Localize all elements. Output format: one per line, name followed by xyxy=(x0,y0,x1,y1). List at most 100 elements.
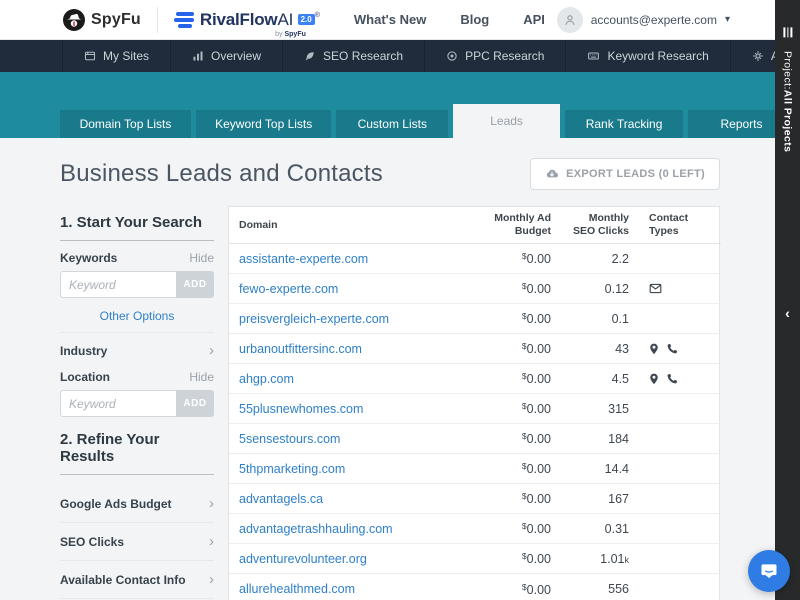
api-link[interactable]: API xyxy=(523,12,545,27)
table-row: advantagetrashhauling.com $0.000.31 xyxy=(229,514,721,544)
domain-link[interactable]: 5sensestours.com xyxy=(239,432,340,446)
nav-item-ppc-research[interactable]: PPC Research xyxy=(425,40,566,72)
budget-cell: $0.00 xyxy=(451,544,561,574)
main-nav: My Sites Overview SEO Research PPC Resea… xyxy=(0,40,800,72)
section-title-refine-results: 2. Refine Your Results xyxy=(60,431,214,475)
table-row: ahgp.com$0.004.5 xyxy=(229,364,721,394)
location-icon xyxy=(649,373,659,385)
chat-launcher-button[interactable] xyxy=(748,550,790,592)
chevron-right-icon: › xyxy=(209,343,214,358)
other-options-link[interactable]: Other Options xyxy=(60,309,214,323)
tab-keyword-top-lists[interactable]: Keyword Top Lists xyxy=(196,110,332,138)
topbar-divider xyxy=(157,7,158,33)
domain-link[interactable]: urbanoutfittersinc.com xyxy=(239,342,362,356)
tab-domain-top-lists[interactable]: Domain Top Lists xyxy=(60,110,191,138)
budget-cell: $0.00 xyxy=(451,304,561,334)
table-row: allurehealthmed.com$0.00556 xyxy=(229,574,721,600)
domain-link[interactable]: adventurevolunteer.org xyxy=(239,552,367,566)
blog-link[interactable]: Blog xyxy=(460,12,489,27)
filter-google-ads-budget[interactable]: Google Ads Budget › xyxy=(60,485,214,523)
domain-link[interactable]: fewo-experte.com xyxy=(239,282,338,296)
tab-leads[interactable]: Leads xyxy=(453,104,560,138)
location-add-button[interactable]: ADD xyxy=(176,390,214,417)
leaf-icon xyxy=(304,50,316,62)
chevron-right-icon: › xyxy=(209,496,214,511)
location-label: Location xyxy=(60,370,110,384)
nav-item-my-sites[interactable]: My Sites xyxy=(62,40,171,72)
table-row: assistante-experte.com$0.002.2 xyxy=(229,244,721,274)
domain-link[interactable]: 5thpmarketing.com xyxy=(239,462,345,476)
rivalflow-logo[interactable]: RivalFlowAI 2.0® by SpyFu xyxy=(174,10,320,30)
tab-custom-lists[interactable]: Custom Lists xyxy=(336,110,448,138)
whats-new-link[interactable]: What's New xyxy=(354,12,426,27)
phone-icon xyxy=(666,373,678,385)
contact-types-cell xyxy=(639,424,721,454)
keywords-add-button[interactable]: ADD xyxy=(176,271,214,298)
budget-cell: $0.00 xyxy=(451,244,561,274)
chart-icon xyxy=(192,50,204,62)
spyfu-spy-icon xyxy=(62,8,86,32)
budget-cell: $0.00 xyxy=(451,514,561,544)
hamburger-icon[interactable] xyxy=(783,27,792,37)
location-hide-link[interactable]: Hide xyxy=(189,370,214,384)
cloud-download-icon xyxy=(545,168,559,180)
industry-filter[interactable]: Industry › xyxy=(60,332,214,368)
tab-rank-tracking[interactable]: Rank Tracking xyxy=(565,110,683,138)
budget-cell: $0.00 xyxy=(451,484,561,514)
nav-item-keyword-research[interactable]: Keyword Research xyxy=(566,40,730,72)
chevron-left-icon[interactable]: ‹ xyxy=(775,305,800,321)
sparkle-icon xyxy=(752,50,764,62)
budget-cell: $0.00 xyxy=(451,274,561,304)
keywords-hide-link[interactable]: Hide xyxy=(189,251,214,265)
table-row: 55plusnewhomes.com$0.00315 xyxy=(229,394,721,424)
budget-cell: $0.00 xyxy=(451,574,561,600)
contact-types-cell xyxy=(639,454,721,484)
nav-item-overview[interactable]: Overview xyxy=(171,40,283,72)
keywords-input[interactable] xyxy=(60,271,176,298)
account-email: accounts@experte.com xyxy=(591,13,717,27)
project-selector[interactable]: Project:All Projects xyxy=(782,51,794,152)
budget-cell: $0.00 xyxy=(451,454,561,484)
account-menu[interactable]: accounts@experte.com ▾ xyxy=(557,7,730,33)
column-header-contact-types: Contact Types xyxy=(639,207,721,244)
contact-types-cell xyxy=(639,274,721,304)
domain-link[interactable]: allurehealthmed.com xyxy=(239,582,355,596)
clicks-cell: 0.31 xyxy=(561,514,639,544)
location-input[interactable] xyxy=(60,390,176,417)
filter-seo-clicks[interactable]: SEO Clicks › xyxy=(60,523,214,561)
location-icon xyxy=(649,343,659,355)
leads-table-card: Domain Monthly Ad Budget Monthly SEO Cli… xyxy=(228,206,720,600)
domain-link[interactable]: preisvergleich-experte.com xyxy=(239,312,389,326)
table-row: advantagels.ca$0.00167 xyxy=(229,484,721,514)
chat-bubble-icon xyxy=(759,561,779,581)
spyfu-logo-text: SpyFu xyxy=(91,11,141,29)
spyfu-logo[interactable]: SpyFu xyxy=(62,8,141,32)
window-icon xyxy=(84,50,96,62)
budget-cell: $0.00 xyxy=(451,394,561,424)
domain-link[interactable]: ahgp.com xyxy=(239,372,294,386)
export-leads-button[interactable]: EXPORT LEADS (0 LEFT) xyxy=(530,158,720,190)
keywords-label: Keywords xyxy=(60,251,117,265)
clicks-cell: 1.01k xyxy=(561,544,639,574)
clicks-cell: 0.1 xyxy=(561,304,639,334)
domain-link[interactable]: 55plusnewhomes.com xyxy=(239,402,363,416)
sub-nav-band: Domain Top Lists Keyword Top Lists Custo… xyxy=(0,72,800,138)
keyboard-icon xyxy=(587,50,600,62)
clicks-cell: 184 xyxy=(561,424,639,454)
clicks-cell: 43 xyxy=(561,334,639,364)
avatar-person-icon xyxy=(557,7,583,33)
table-row: fewo-experte.com$0.000.12 xyxy=(229,274,721,304)
domain-link[interactable]: advantagels.ca xyxy=(239,492,323,506)
contact-types-cell xyxy=(639,514,721,544)
project-rail[interactable]: Project:All Projects ‹ xyxy=(775,0,800,600)
nav-item-seo-research[interactable]: SEO Research xyxy=(283,40,425,72)
domain-link[interactable]: advantagetrashhauling.com xyxy=(239,522,393,536)
domain-link[interactable]: assistante-experte.com xyxy=(239,252,368,266)
filter-available-contact-info[interactable]: Available Contact Info › xyxy=(60,561,214,599)
table-row: 5thpmarketing.com$0.0014.4 xyxy=(229,454,721,484)
budget-cell: $0.00 xyxy=(451,364,561,394)
phone-icon xyxy=(666,343,678,355)
chevron-right-icon: › xyxy=(209,534,214,549)
chevron-down-icon: ▾ xyxy=(725,14,730,25)
contact-types-cell xyxy=(639,304,721,334)
